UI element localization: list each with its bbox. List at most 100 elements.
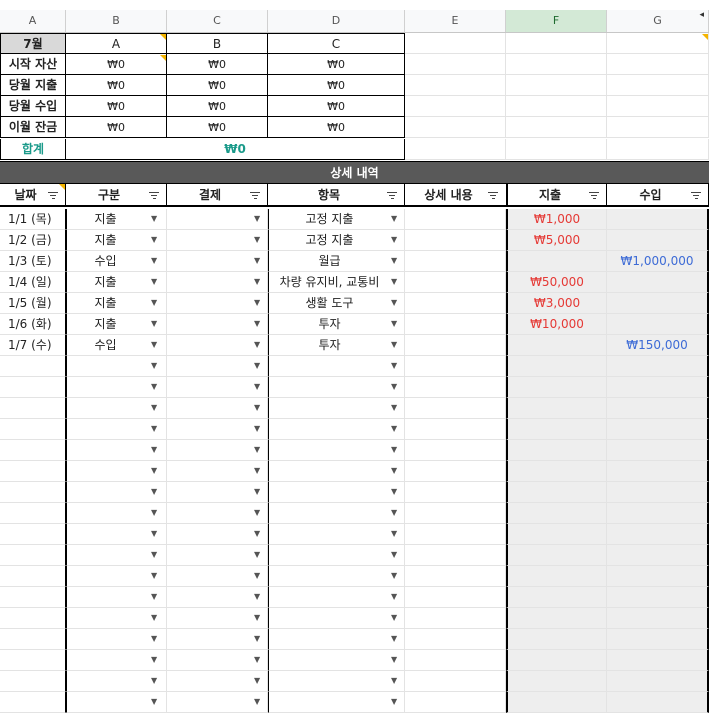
- dropdown-arrow-icon[interactable]: ▼: [254, 340, 260, 349]
- payment-cell[interactable]: [167, 230, 268, 251]
- column-header-c[interactable]: C: [167, 10, 268, 32]
- date-cell[interactable]: [0, 482, 66, 503]
- item-cell[interactable]: 투자: [268, 335, 405, 356]
- summary-value-cell[interactable]: ₩0: [268, 117, 405, 138]
- dropdown-arrow-icon[interactable]: ▼: [254, 655, 260, 664]
- income-cell[interactable]: [607, 671, 709, 692]
- item-cell[interactable]: 월급: [268, 251, 405, 272]
- dropdown-arrow-icon[interactable]: ▼: [391, 508, 397, 517]
- dropdown-arrow-icon[interactable]: ▼: [391, 403, 397, 412]
- empty-cell[interactable]: [607, 139, 709, 160]
- item-cell[interactable]: [268, 419, 405, 440]
- empty-cell[interactable]: [405, 75, 506, 96]
- dropdown-arrow-icon[interactable]: ▼: [151, 277, 157, 286]
- item-cell[interactable]: [268, 356, 405, 377]
- empty-cell[interactable]: [405, 139, 506, 160]
- item-cell[interactable]: [268, 629, 405, 650]
- income-cell[interactable]: [607, 524, 709, 545]
- memo-cell[interactable]: [405, 293, 506, 314]
- item-cell[interactable]: [268, 566, 405, 587]
- dropdown-arrow-icon[interactable]: ▼: [391, 571, 397, 580]
- memo-cell[interactable]: [405, 524, 506, 545]
- dropdown-arrow-icon[interactable]: ▼: [391, 445, 397, 454]
- empty-cell[interactable]: [607, 117, 709, 138]
- income-cell[interactable]: [607, 482, 709, 503]
- memo-cell[interactable]: [405, 482, 506, 503]
- income-cell[interactable]: [607, 461, 709, 482]
- item-cell[interactable]: [268, 587, 405, 608]
- payment-cell[interactable]: [167, 440, 268, 461]
- expense-cell[interactable]: [506, 524, 607, 545]
- expense-cell[interactable]: [506, 650, 607, 671]
- dropdown-arrow-icon[interactable]: ▼: [254, 277, 260, 286]
- date-cell[interactable]: 1/3 (토): [0, 251, 66, 272]
- summary-value-cell[interactable]: ₩0: [167, 75, 268, 96]
- expense-cell[interactable]: [506, 251, 607, 272]
- column-header-a[interactable]: A: [0, 10, 66, 32]
- item-cell[interactable]: 생활 도구: [268, 293, 405, 314]
- expense-cell[interactable]: [506, 692, 607, 713]
- expense-cell[interactable]: ₩1,000: [506, 209, 607, 230]
- item-cell[interactable]: [268, 671, 405, 692]
- dropdown-arrow-icon[interactable]: ▼: [391, 634, 397, 643]
- dropdown-arrow-icon[interactable]: ▼: [254, 508, 260, 517]
- memo-cell[interactable]: [405, 671, 506, 692]
- dropdown-arrow-icon[interactable]: ▼: [254, 319, 260, 328]
- date-cell[interactable]: [0, 671, 66, 692]
- payment-cell[interactable]: [167, 650, 268, 671]
- dropdown-arrow-icon[interactable]: ▼: [391, 319, 397, 328]
- dropdown-arrow-icon[interactable]: ▼: [391, 424, 397, 433]
- item-cell[interactable]: 차량 유지비, 교통비: [268, 272, 405, 293]
- expense-cell[interactable]: [506, 335, 607, 356]
- item-cell[interactable]: [268, 650, 405, 671]
- dropdown-arrow-icon[interactable]: ▼: [151, 529, 157, 538]
- payment-cell[interactable]: [167, 587, 268, 608]
- memo-cell[interactable]: [405, 503, 506, 524]
- memo-cell[interactable]: [405, 377, 506, 398]
- payment-cell[interactable]: [167, 314, 268, 335]
- dropdown-arrow-icon[interactable]: ▼: [391, 361, 397, 370]
- payment-cell[interactable]: [167, 692, 268, 713]
- memo-cell[interactable]: [405, 335, 506, 356]
- income-cell[interactable]: [607, 650, 709, 671]
- dropdown-arrow-icon[interactable]: ▼: [391, 697, 397, 706]
- dropdown-arrow-icon[interactable]: ▼: [391, 613, 397, 622]
- dropdown-arrow-icon[interactable]: ▼: [391, 487, 397, 496]
- dropdown-arrow-icon[interactable]: ▼: [254, 214, 260, 223]
- empty-cell[interactable]: [405, 117, 506, 138]
- expense-cell[interactable]: [506, 671, 607, 692]
- empty-cell[interactable]: [506, 54, 607, 75]
- item-cell[interactable]: [268, 692, 405, 713]
- expense-cell[interactable]: [506, 356, 607, 377]
- item-cell[interactable]: 고정 지출: [268, 209, 405, 230]
- dropdown-arrow-icon[interactable]: ▼: [151, 466, 157, 475]
- income-cell[interactable]: [607, 440, 709, 461]
- dropdown-arrow-icon[interactable]: ▼: [391, 214, 397, 223]
- payment-cell[interactable]: [167, 356, 268, 377]
- dropdown-arrow-icon[interactable]: ▼: [151, 319, 157, 328]
- income-cell[interactable]: [607, 398, 709, 419]
- dropdown-arrow-icon[interactable]: ▼: [391, 235, 397, 244]
- payment-cell[interactable]: [167, 272, 268, 293]
- payment-cell[interactable]: [167, 671, 268, 692]
- dropdown-arrow-icon[interactable]: ▼: [391, 298, 397, 307]
- empty-cell[interactable]: [506, 117, 607, 138]
- expense-cell[interactable]: [506, 419, 607, 440]
- dropdown-arrow-icon[interactable]: ▼: [151, 340, 157, 349]
- summary-value-cell[interactable]: ₩0: [167, 54, 268, 75]
- expense-cell[interactable]: [506, 482, 607, 503]
- memo-cell[interactable]: [405, 461, 506, 482]
- empty-cell[interactable]: [506, 139, 607, 160]
- dropdown-arrow-icon[interactable]: ▼: [254, 634, 260, 643]
- date-cell[interactable]: [0, 608, 66, 629]
- dropdown-arrow-icon[interactable]: ▼: [254, 361, 260, 370]
- empty-cell[interactable]: [607, 54, 709, 75]
- payment-cell[interactable]: [167, 293, 268, 314]
- date-cell[interactable]: [0, 650, 66, 671]
- dropdown-arrow-icon[interactable]: ▼: [391, 676, 397, 685]
- expense-cell[interactable]: [506, 398, 607, 419]
- income-cell[interactable]: [607, 629, 709, 650]
- payment-cell[interactable]: [167, 629, 268, 650]
- collapse-arrow-icon[interactable]: ◂: [699, 10, 704, 20]
- dropdown-arrow-icon[interactable]: ▼: [151, 214, 157, 223]
